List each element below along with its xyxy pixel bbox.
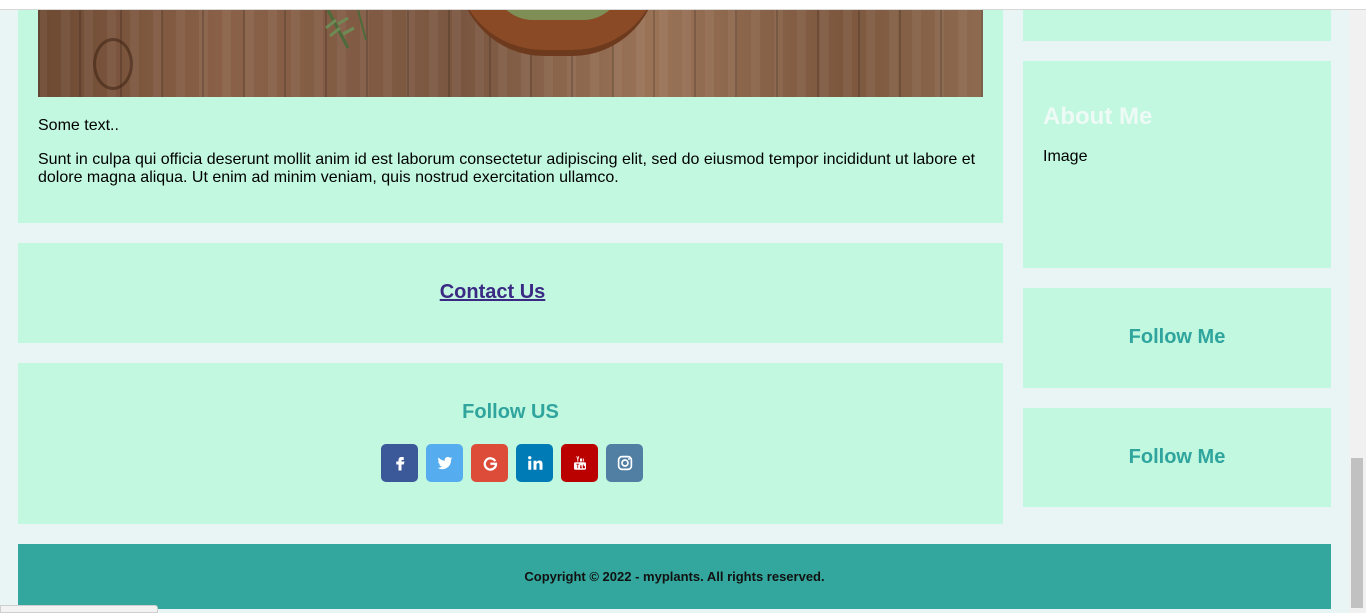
about-me-card: About Me Image xyxy=(1023,61,1331,268)
contact-us-link[interactable]: Contact Us xyxy=(0,281,985,304)
post-image xyxy=(38,10,983,97)
footer: Copyright © 2022 - myplants. All rights … xyxy=(18,544,1331,609)
about-me-image-label: Image xyxy=(1043,148,1088,165)
linkedin-icon xyxy=(527,456,542,470)
follow-me-title-2: Follow Me xyxy=(1128,446,1226,468)
wood-knot xyxy=(93,38,133,90)
copyright-text: Copyright © 2022 - myplants. All rights … xyxy=(524,569,825,584)
google-icon xyxy=(483,457,497,471)
follow-me-card-2: Follow Me xyxy=(1023,408,1331,507)
social-icons xyxy=(381,444,643,482)
about-me-title: About Me xyxy=(1043,103,1153,130)
follow-us-card: Follow US xyxy=(18,363,1003,524)
follow-me-card: Follow Me xyxy=(1023,288,1331,388)
youtube-icon xyxy=(573,456,586,470)
post-card: Some text.. Sunt in culpa qui officia de… xyxy=(18,10,1003,223)
scrollbar-thumb[interactable] xyxy=(1351,458,1363,608)
post-caption: Some text.. xyxy=(38,117,119,134)
twitter-icon xyxy=(437,456,452,470)
vertical-scrollbar[interactable] xyxy=(1349,10,1366,613)
top-edge xyxy=(0,0,1366,10)
rosemary-sprig xyxy=(325,10,367,49)
facebook-icon xyxy=(395,457,404,471)
linkedin-button[interactable] xyxy=(516,444,553,482)
follow-us-title: Follow US xyxy=(462,401,559,423)
youtube-button[interactable] xyxy=(561,444,598,482)
sidebar-top-card xyxy=(1023,10,1331,41)
facebook-button[interactable] xyxy=(381,444,418,482)
post-body: Sunt in culpa qui officia deserunt molli… xyxy=(38,151,976,186)
follow-me-title: Follow Me xyxy=(1128,326,1226,348)
instagram-icon xyxy=(617,455,632,471)
instagram-button[interactable] xyxy=(606,444,643,482)
status-bar xyxy=(0,605,158,613)
google-button[interactable] xyxy=(471,444,508,482)
twitter-button[interactable] xyxy=(426,444,463,482)
